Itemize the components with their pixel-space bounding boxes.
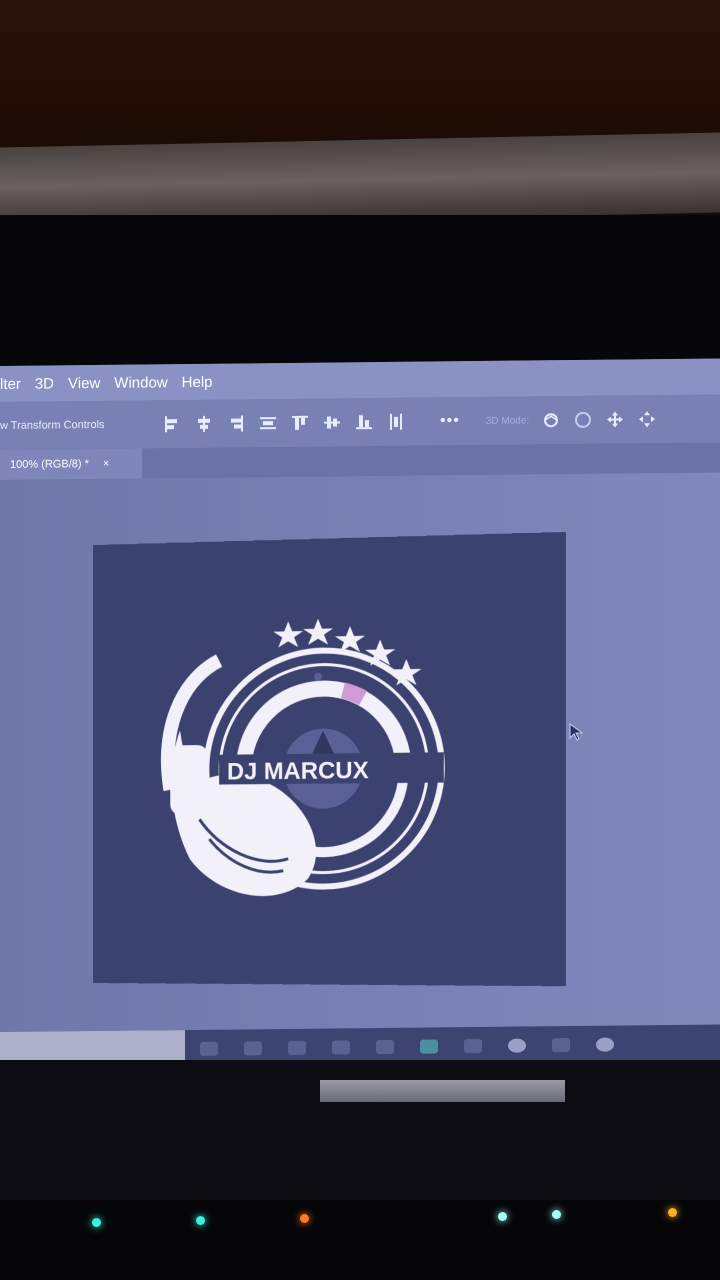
align-center-icon[interactable] (194, 414, 214, 434)
menu-filter[interactable]: lter (0, 375, 21, 392)
3d-slide-icon[interactable] (637, 409, 657, 429)
keyboard (0, 1200, 720, 1280)
taskbar-app-icon[interactable] (332, 1040, 350, 1054)
distribute-vertical-icon[interactable] (386, 412, 406, 432)
star-icon (273, 621, 303, 648)
align-bottom-icon[interactable] (354, 412, 374, 432)
show-transform-controls-label[interactable]: w Transform Controls (0, 418, 150, 432)
taskbar-app-icon[interactable] (376, 1040, 394, 1054)
artboard[interactable]: DJ MARCUX (93, 532, 566, 986)
document-tab[interactable]: 100% (RGB/8) * × (0, 449, 142, 480)
3d-orbit-icon[interactable] (541, 410, 561, 430)
align-top-icon[interactable] (290, 413, 310, 433)
mouse-cursor-icon (568, 722, 588, 742)
monitor-bezel-top (0, 215, 720, 370)
keyboard-led (92, 1218, 101, 1227)
keyboard-led (196, 1216, 205, 1225)
3d-pan-icon[interactable] (605, 409, 625, 429)
wall-strip (0, 132, 720, 227)
taskbar-app-icon[interactable] (552, 1038, 570, 1052)
align-left-icon[interactable] (162, 414, 182, 434)
canvas-area[interactable]: DJ MARCUX (0, 472, 720, 1040)
room-wall (0, 0, 720, 150)
menu-view[interactable]: View (68, 374, 100, 391)
3d-roll-icon[interactable] (573, 410, 593, 430)
keyboard-led (300, 1214, 309, 1223)
keyboard-led (498, 1212, 507, 1221)
brand-text: DJ MARCUX (227, 757, 369, 786)
options-bar: w Transform Controls ••• 3D Mode: (0, 394, 720, 450)
align-right-icon[interactable] (226, 413, 246, 433)
taskbar-app-icon[interactable] (464, 1039, 482, 1053)
menu-3d[interactable]: 3D (35, 375, 54, 392)
3d-mode-label: 3D Mode: (486, 415, 529, 426)
star-icon (335, 626, 365, 653)
distribute-icon[interactable] (258, 413, 278, 433)
menu-help[interactable]: Help (182, 373, 213, 390)
taskbar-app-icon[interactable] (596, 1038, 614, 1052)
taskbar-app-icon[interactable] (288, 1041, 306, 1055)
monitor-screen: lter 3D View Window Help w Transform Con… (0, 358, 720, 1071)
dj-logo: DJ MARCUX (161, 615, 480, 908)
document-tab-label: 100% (RGB/8) * (10, 458, 89, 471)
menu-window[interactable]: Window (114, 374, 167, 392)
taskbar-app-icon[interactable] (244, 1041, 262, 1055)
close-icon[interactable]: × (103, 458, 109, 470)
keyboard-led (552, 1210, 561, 1219)
monitor-stand (320, 1080, 565, 1102)
align-middle-icon[interactable] (322, 412, 342, 432)
taskbar-photoshop-icon[interactable] (420, 1039, 438, 1053)
more-options-button[interactable]: ••• (440, 412, 460, 430)
taskbar-app-icon[interactable] (200, 1042, 218, 1056)
taskbar-app-icon[interactable] (508, 1038, 526, 1052)
keyboard-led (668, 1208, 677, 1217)
star-icon (303, 618, 333, 645)
